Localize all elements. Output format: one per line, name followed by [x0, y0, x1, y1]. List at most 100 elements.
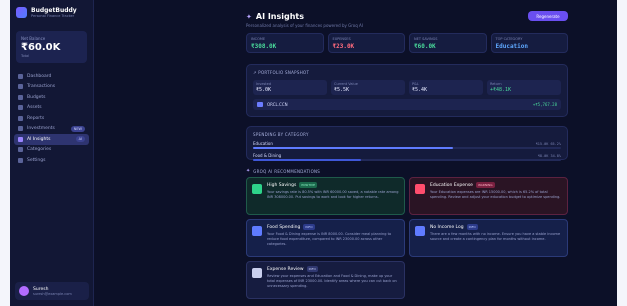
metric-label: Invested: [256, 82, 272, 86]
main-content: ✦ AI Insights Personalized analysis of y…: [94, 0, 617, 306]
stat-label: Expenses: [332, 37, 351, 41]
holding-row[interactable]: ORCL.CCN +₹5,767.28: [253, 99, 561, 110]
gear-icon: [18, 157, 23, 163]
metric-value: ₹5.0K: [256, 87, 272, 93]
sidebar-item-budgets[interactable]: Budgets: [14, 92, 89, 103]
category-amount: ₹8.0K 34.8%: [537, 153, 561, 158]
metric-label: Return: [490, 82, 502, 86]
regenerate-button[interactable]: Regenerate: [528, 11, 568, 21]
sparkle-icon: ✦: [246, 168, 251, 174]
new-badge: NEW: [70, 125, 85, 132]
categories-icon: [18, 147, 23, 153]
category-bar-fill: [253, 147, 454, 149]
dashboard-icon: [18, 73, 23, 79]
warning-icon: [415, 184, 425, 194]
portfolio-metrics: Invested ₹5.0K Current Value ₹5.5K P&L ₹5.4…: [253, 80, 561, 95]
page-header: ✦ AI Insights: [246, 12, 304, 21]
sidebar-item-label: Investments: [27, 126, 55, 132]
sidebar-item-label: Dashboard: [27, 73, 52, 79]
chart-icon: [415, 226, 425, 236]
recommendations-grid: High Savings POSITIVE Your savings rate i…: [246, 177, 568, 299]
holding-name: ORCL.CCN: [267, 102, 288, 107]
rec-title: Food Spending: [267, 224, 301, 230]
brand[interactable]: BudgetBuddy Personal Finance Tracker: [10, 0, 93, 25]
brand-name: BudgetBuddy: [31, 7, 77, 14]
rec-body: Your Food & Dining expense is INR 8000.0…: [267, 232, 392, 246]
sidebar-item-label: AI Insights: [27, 136, 51, 142]
sidebar-item-ai-insights[interactable]: AI Insights AI: [14, 134, 89, 145]
stat-value: ₹60.0K: [414, 43, 436, 50]
stat-top-category: Top Category Education: [490, 33, 568, 53]
category-row: Education ₹15.0K 65.2%: [253, 141, 561, 149]
sparkle-icon: [18, 136, 23, 142]
fork-knife-icon: [252, 226, 262, 236]
category-bar-fill: [253, 159, 361, 161]
sidebar-item-dashboard[interactable]: Dashboard: [14, 71, 89, 82]
user-profile[interactable]: Suresh suresh@example.com: [15, 282, 89, 300]
rec-title: Education Expense: [430, 182, 473, 188]
sidebar-item-transactions[interactable]: Transactions: [14, 82, 89, 93]
recommendations-header: ✦ Groq AI Recommendations: [246, 168, 320, 174]
category-row: Food & Dining ₹8.0K 34.8%: [253, 153, 561, 161]
balance-value: ₹60.0K: [21, 42, 61, 53]
rec-body: Review your expenses and Education and F…: [267, 274, 397, 288]
stat-income: Income ₹308.0K: [246, 33, 324, 53]
rec-title: High Savings: [267, 182, 297, 188]
rec-body: There are a few months with no income. E…: [430, 232, 561, 241]
sidebar: BudgetBuddy Personal Finance Tracker Net…: [10, 0, 94, 306]
recommendation-card[interactable]: Education Expense WARNING Your Education …: [409, 177, 568, 215]
investments-icon: [18, 126, 23, 132]
stat-value: ₹23.0K: [332, 43, 355, 50]
metric-return: Return +₹48.1K: [487, 80, 561, 95]
recommendations-title: Groq AI Recommendations: [253, 168, 321, 174]
metric-current-value: Current Value ₹5.5K: [331, 80, 405, 95]
metric-label: P&L: [412, 82, 419, 86]
holding-amount: +₹5,767.28: [532, 102, 557, 107]
rec-badge: POSITIVE: [299, 182, 317, 188]
category-bar: [253, 147, 561, 149]
rec-badge: INFO: [466, 224, 478, 230]
sidebar-item-reports[interactable]: Reports: [14, 113, 89, 124]
stat-label: Top Category: [495, 37, 523, 41]
category-amount: ₹15.0K 65.2%: [535, 141, 561, 146]
portfolio-title: ↗ Portfolio Snapshot: [253, 70, 310, 75]
sidebar-item-settings[interactable]: Settings: [14, 155, 89, 166]
brand-tagline: Personal Finance Tracker: [31, 14, 75, 18]
logo-icon: [16, 7, 27, 18]
sidebar-item-categories[interactable]: Categories: [14, 145, 89, 156]
rec-body: Your savings rate is 80.5% with INR 6000…: [267, 190, 399, 199]
avatar: [19, 286, 29, 296]
stat-expenses: Expenses ₹23.0K: [327, 33, 405, 53]
stock-icon: [257, 102, 263, 107]
transactions-icon: [18, 84, 23, 90]
metric-label: Current Value: [334, 82, 358, 86]
rec-body: Your Education expenses are INR 15000.00…: [430, 190, 561, 199]
page-subtitle: Personalized analysis of your finances p…: [246, 23, 363, 28]
stats-row: Income ₹308.0K Expenses ₹23.0K Net Savin…: [246, 33, 568, 53]
rec-title: Expense Review: [267, 266, 304, 272]
metric-value: ₹5.4K: [412, 87, 428, 93]
document-icon: [252, 268, 262, 278]
category-name: Food & Dining: [253, 153, 282, 158]
sidebar-item-assets[interactable]: Assets: [14, 103, 89, 114]
recommendation-card[interactable]: Food Spending INFO Your Food & Dining exp…: [246, 219, 405, 257]
sidebar-item-label: Budgets: [27, 94, 46, 100]
category-title: Spending by Category: [253, 132, 309, 137]
portfolio-title-text: Portfolio Snapshot: [258, 70, 310, 75]
balance-sub: Total: [21, 54, 30, 58]
savings-icon: [252, 184, 262, 194]
recommendation-card[interactable]: Expense Review INFO Review your expenses …: [246, 261, 405, 299]
reports-icon: [18, 115, 23, 121]
user-email: suresh@example.com: [33, 291, 72, 296]
recommendation-card[interactable]: High Savings POSITIVE Your savings rate i…: [246, 177, 405, 215]
sidebar-item-investments[interactable]: Investments NEW: [14, 124, 89, 135]
category-bar: [253, 159, 561, 161]
sidebar-item-label: Reports: [27, 115, 45, 121]
stat-value: Education: [495, 43, 529, 50]
sidebar-item-label: Assets: [27, 105, 42, 111]
recommendation-card[interactable]: No Income Log INFO There are a few months…: [409, 219, 568, 257]
rec-badge: WARNING: [475, 182, 495, 188]
balance-label: Net Balance: [21, 36, 46, 41]
metric-invested: Invested ₹5.0K: [253, 80, 327, 95]
budgets-icon: [18, 94, 23, 100]
